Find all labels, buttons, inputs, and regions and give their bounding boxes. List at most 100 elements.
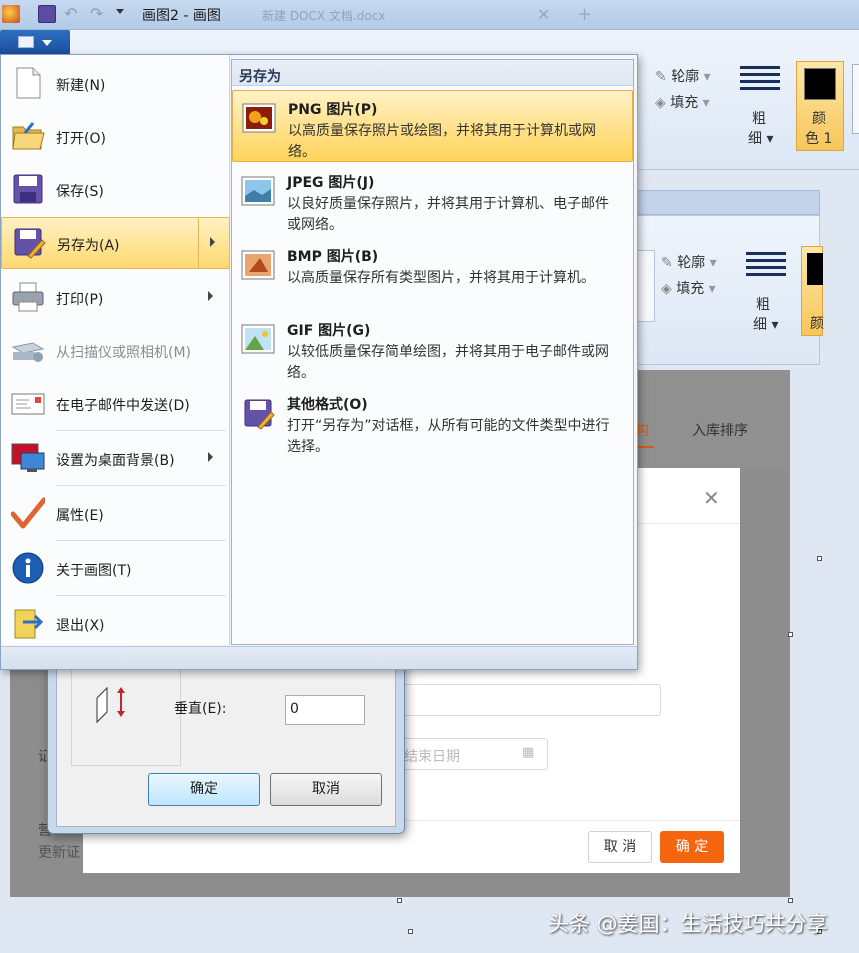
menu-item-exit[interactable]: 退出(X) [1, 598, 230, 650]
canvas-handle-bottom[interactable] [397, 898, 402, 903]
size-label-bottom: 细 [748, 131, 762, 147]
save-as-gif[interactable]: GIF 图片(G) 以较低质量保存简单绘图，并将其用于电子邮件或网络。 [232, 312, 633, 384]
watermark-text: 头条 @姜国：生活技巧共分享 [548, 912, 828, 936]
open-folder-icon [12, 122, 45, 150]
app-menu-button[interactable] [0, 30, 70, 54]
menu-item-email[interactable]: 在电子邮件中发送(D) [1, 378, 230, 430]
split-divider [198, 218, 199, 268]
outline-dropdown-second[interactable]: ✎ 轮廓 ▾ [661, 252, 717, 272]
save-disk-icon [13, 174, 43, 204]
scanner-icon [11, 342, 45, 362]
canvas-handle-bottom-outer[interactable] [408, 929, 413, 934]
other-formats-icon [244, 399, 275, 430]
bmp-image-icon [241, 250, 275, 280]
menu-doc-icon [18, 36, 34, 48]
fill-label-second: 填充 [676, 281, 705, 297]
fill-dropdown[interactable]: ◈ 填充 ▾ [655, 92, 710, 112]
menu-item-open[interactable]: 打开(O) [1, 111, 230, 163]
resize-ok-button[interactable]: 确定 [148, 773, 260, 806]
outline-label-second: 轮廓 [677, 255, 706, 271]
menu-label-open: 打开(O) [56, 131, 106, 147]
resize-cancel-button[interactable]: 取消 [270, 773, 382, 806]
menu-item-new[interactable]: 新建(N) [1, 58, 230, 110]
background-document-tab: 新建 DOCX 文档.docx [262, 9, 386, 23]
save-as-jpeg[interactable]: JPEG 图片(J) 以良好质量保存照片，并将其用于计算机、电子邮件或网络。 [232, 164, 633, 236]
save-as-bmp[interactable]: BMP 图片(B) 以高质量保存所有类型图片，并将其用于计算机。 [232, 238, 633, 310]
submenu-arrow-icon [210, 237, 215, 247]
jpeg-title: JPEG 图片(J) [287, 175, 375, 191]
menu-separator [56, 595, 226, 596]
web-cancel-button[interactable]: 取 消 [588, 831, 652, 863]
quick-save-icon[interactable] [38, 5, 56, 23]
bmp-description: 以高质量保存所有类型图片，并将其用于计算机。 [287, 270, 595, 286]
menu-item-desktop-background[interactable]: 设置为桌面背景(B) [1, 433, 230, 485]
app-menu-footer [1, 646, 637, 669]
paint-app-icon[interactable] [2, 5, 20, 23]
title-bar: ↶ ↷ 画图2 - 画图 新建 DOCX 文档.docx ✕ + [0, 0, 859, 30]
menu-separator [56, 540, 226, 541]
outline-dropdown[interactable]: ✎ 轮廓 ▾ [655, 66, 711, 86]
menu-item-about[interactable]: 关于画图(T) [1, 543, 230, 595]
color2-button[interactable] [852, 64, 859, 134]
web-end-date-input[interactable]: 结束日期 ▦ [393, 738, 548, 770]
vertical-skew-input[interactable]: 0 [285, 695, 365, 725]
jpeg-description: 以良好质量保存照片，并将其用于计算机、电子邮件或网络。 [287, 196, 609, 233]
jpeg-image-icon [241, 176, 275, 206]
menu-separator [56, 485, 226, 486]
vertical-skew-label: 垂直(E): [174, 701, 227, 717]
color1-label-bottom: 色 1 [805, 131, 833, 147]
web-dialog-text-input[interactable] [393, 684, 661, 716]
menu-item-save[interactable]: 保存(S) [1, 164, 230, 216]
info-icon [12, 552, 44, 584]
submenu-arrow-icon [208, 452, 213, 462]
menu-item-save-as[interactable]: 另存为(A) [1, 217, 230, 269]
web-left-text: 更新证 [38, 845, 80, 861]
menu-label-email: 在电子邮件中发送(D) [56, 398, 190, 414]
fill-dropdown-second[interactable]: ◈ 填充 ▾ [661, 278, 716, 298]
menu-label-print: 打印(P) [56, 292, 104, 308]
app-menu: 新建(N) 打开(O) 保存(S) 另存为(A) 打印(P) 从扫描仪或照相机(… [0, 54, 638, 670]
window-title: 画图2 - 画图 [142, 8, 221, 24]
menu-item-print[interactable]: 打印(P) [1, 272, 230, 324]
menu-label-scanner: 从扫描仪或照相机(M) [56, 345, 192, 361]
undo-icon[interactable]: ↶ [64, 4, 77, 23]
desktop-background-icon [11, 443, 45, 472]
png-description: 以高质量保存照片或绘图，并将其用于计算机或网络。 [288, 123, 596, 160]
vertical-skew-icon [96, 686, 125, 724]
size-lines-icon [740, 66, 780, 94]
size-label-bottom-second: 细 [753, 317, 767, 333]
menu-label-save-as: 另存为(A) [57, 238, 120, 254]
png-image-icon [242, 103, 276, 133]
menu-label-save: 保存(S) [56, 184, 104, 200]
color1-button[interactable]: 颜 色 1 [796, 61, 844, 151]
exit-icon [14, 609, 44, 639]
customize-quick-access-icon[interactable] [116, 9, 124, 14]
size-button[interactable]: 细 ▾ [748, 128, 773, 148]
color1-button-second[interactable]: 颜 [801, 246, 824, 336]
web-tab-sort[interactable]: 入库排序 [692, 420, 748, 440]
color1-swatch-second [807, 253, 823, 285]
color1-label-second: 颜 [810, 316, 824, 332]
menu-label-properties: 属性(E) [56, 508, 104, 524]
gif-description: 以较低质量保存简单绘图，并将其用于电子邮件或网络。 [287, 344, 609, 381]
menu-label-exit: 退出(X) [56, 618, 105, 634]
menu-item-properties[interactable]: 属性(E) [1, 488, 230, 540]
redo-icon[interactable]: ↷ [90, 4, 103, 23]
size-lines-icon-second [746, 252, 786, 280]
size-label-top: 粗 [752, 111, 766, 127]
save-as-png[interactable]: PNG 图片(P) 以高质量保存照片或绘图，并将其用于计算机或网络。 [232, 90, 633, 162]
save-as-submenu: 另存为 PNG 图片(P) 以高质量保存照片或绘图，并将其用于计算机或网络。 J… [231, 59, 634, 645]
web-confirm-button[interactable]: 确 定 [660, 831, 724, 863]
canvas-handle-right-inner[interactable] [788, 632, 793, 637]
save-as-heading: 另存为 [232, 60, 633, 86]
other-formats-description: 打开“另存为”对话框，从所有可能的文件类型中进行选择。 [287, 418, 610, 455]
canvas-handle-right[interactable] [817, 556, 822, 561]
canvas-handle-corner[interactable] [788, 898, 793, 903]
close-tab-icon: ✕ [537, 5, 551, 24]
menu-item-scanner[interactable]: 从扫描仪或照相机(M) [1, 325, 230, 377]
size-button-second[interactable]: 细 ▾ [753, 314, 778, 334]
printer-icon [12, 282, 44, 312]
color1-label-top: 颜 [812, 111, 826, 127]
web-dialog-close-icon[interactable]: ✕ [703, 486, 720, 510]
save-as-other-formats[interactable]: 其他格式(O) 打开“另存为”对话框，从所有可能的文件类型中进行选择。 [232, 386, 633, 458]
